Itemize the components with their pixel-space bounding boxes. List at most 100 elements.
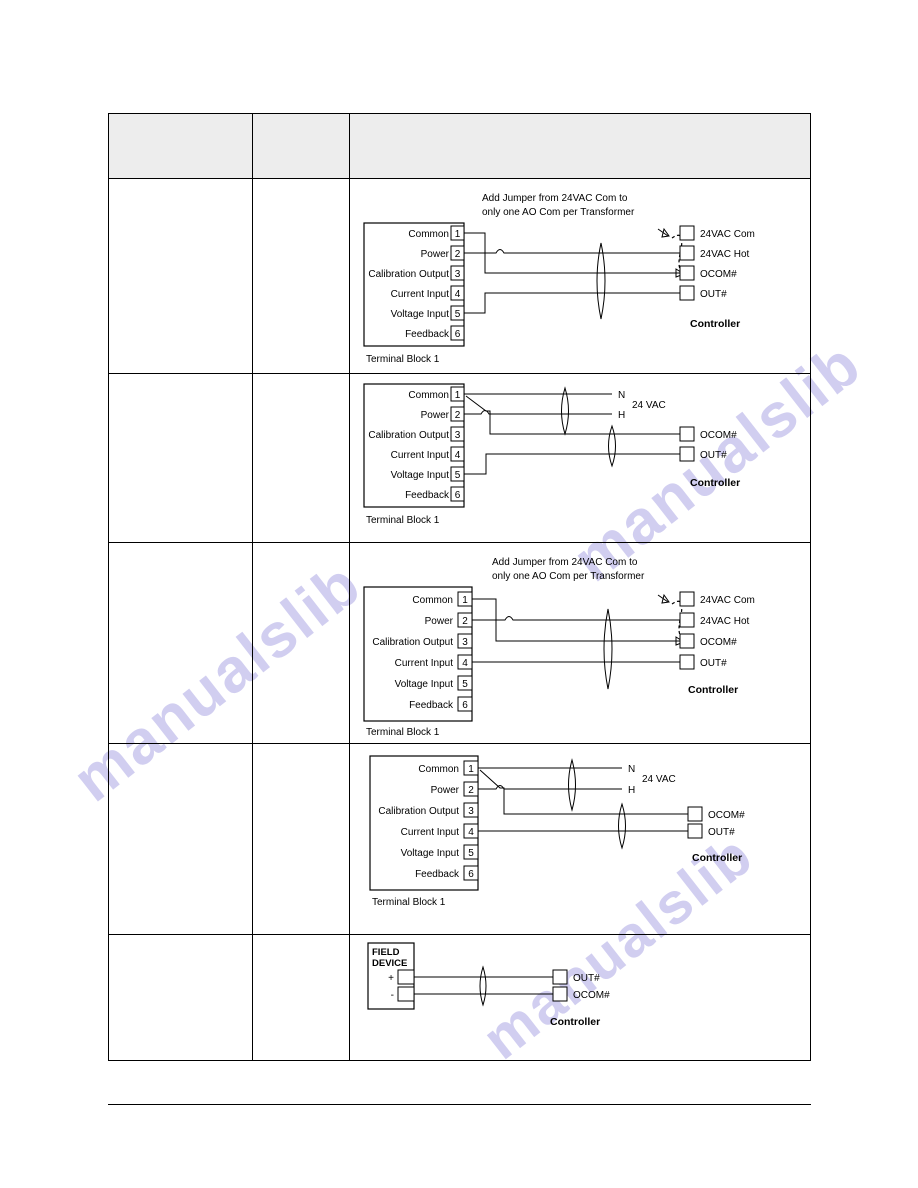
terminal-5-label: Voltage Input [395,679,454,690]
terminal-5-label: Voltage Input [391,309,450,320]
row1-cell-b [252,178,350,374]
controller-terminal-out: OUT# [552,969,600,985]
field-device-minus-label: - [391,990,394,1001]
table-row: Add Jumper from 24VAC Com to only one AO… [108,178,811,374]
diagram-5-svg: FIELD DEVICE + - OUT# OCOM# Controller [367,942,610,1028]
terminal-4-label: Current Input [401,827,460,838]
controller-terminal-out: OUT# [687,823,735,839]
controller-terminal-label: OCOM# [700,637,737,648]
wiring-diagram-table: Add Jumper from 24VAC Com to only one AO… [108,113,811,1061]
controller-terminal-ocom: OCOM# [552,986,610,1002]
terminal-1-number: 1 [468,764,474,775]
supply-neutral-label: N [628,764,635,775]
terminal-block-caption: Terminal Block 1 [372,897,446,908]
controller-caption: Controller [550,1016,600,1028]
cable-shield-icon-signal [608,424,616,468]
controller-terminal-label: OCOM# [700,430,737,441]
controller-terminal-ocom: OCOM# [679,265,737,281]
table-header [108,113,811,179]
terminal-3: Calibration Output 3 [368,265,465,281]
row5-diagram-cell: FIELD DEVICE + - OUT# OCOM# Controller [349,934,811,1061]
terminal-6: Feedback 6 [409,696,473,712]
row3-diagram-cell: Add Jumper from 24VAC Com to only one AO… [349,542,811,744]
terminal-block-body [363,222,465,347]
terminal-5: Voltage Input 5 [395,675,473,691]
terminal-4-label: Current Input [391,289,450,300]
table-row: Add Jumper from 24VAC Com to only one AO… [108,542,811,744]
supply-hot-label: H [618,410,625,421]
diagram-3: Add Jumper from 24VAC Com to only one AO… [350,543,811,743]
terminal-3-number: 3 [462,637,468,648]
terminal-5: Voltage Input 5 [401,844,479,860]
controller-terminal-label: 24VAC Com [700,595,755,606]
cable-shield-icon [596,242,606,320]
terminal-5: Voltage Input 5 [391,305,465,321]
field-device-plus-label: + [388,973,394,984]
terminal-3-label: Calibration Output [378,806,459,817]
controller-terminal-ocom: OCOM# [679,426,737,442]
terminal-6-number: 6 [468,869,474,880]
jumper-note-line1: Add Jumper from 24VAC Com to [492,557,638,568]
field-device-terminal-plus: + [388,969,415,985]
terminal-2-label: Power [421,249,450,260]
terminal-2-label: Power [421,410,450,421]
table-header-row [108,113,811,179]
controller-terminal-label: 24VAC Hot [700,616,750,627]
controller-terminal-label: 24VAC Hot [700,249,750,260]
terminal-1-label: Common [408,229,449,240]
controller-terminal-ocom: OCOM# [679,633,737,649]
terminal-6: Feedback 6 [405,325,465,341]
diagram-5: FIELD DEVICE + - OUT# OCOM# Controller [350,935,811,1060]
terminal-6-number: 6 [462,700,468,711]
controller-terminal-label: 24VAC Com [700,229,755,240]
terminal-3: Calibration Output 3 [368,426,465,442]
document-page: Add Jumper from 24VAC Com to only one AO… [0,0,918,1188]
controller-terminal-out: OUT# [679,285,727,301]
cable-shield-icon [479,965,487,1007]
controller-terminal-out: OUT# [679,446,727,462]
terminal-3-label: Calibration Output [368,269,449,280]
terminal-block-caption: Terminal Block 1 [366,354,440,365]
terminal-3-number: 3 [468,806,474,817]
footer-divider [108,1104,811,1105]
terminal-4: Current Input 4 [391,285,465,301]
terminal-5-number: 5 [455,470,461,481]
terminal-2-number: 2 [455,249,461,260]
diagram-1-svg: Add Jumper from 24VAC Com to only one AO… [363,193,755,365]
controller-terminal-24vac-hot: 24VAC Hot [679,245,750,261]
table-row: FIELD DEVICE + - OUT# OCOM# Controller [108,934,811,1061]
terminal-1-number: 1 [455,390,461,401]
terminal-4-number: 4 [468,827,474,838]
terminal-5-number: 5 [462,679,468,690]
jumper-note-line2: only one AO Com per Transformer [492,571,645,582]
jumper-note-line2: only one AO Com per Transformer [482,207,635,218]
header-cell-b [252,113,350,179]
controller-terminal-label: OCOM# [700,269,737,280]
controller-terminal-24vac-com: 24VAC Com [679,225,755,241]
controller-terminal-label: OCOM# [708,810,745,821]
row2-cell-b [252,373,350,543]
terminal-5: Voltage Input 5 [391,466,465,482]
terminal-4-label: Current Input [395,658,454,669]
diagram-2-svg: Common 1 Power 2 Calibration Output 3 Cu… [363,383,740,526]
row4-cell-b [252,743,350,935]
controller-terminal-24vac-com: 24VAC Com [679,591,755,607]
controller-terminal-label: OUT# [700,450,727,461]
field-device-title-line1: FIELD [372,947,400,958]
table-body: Add Jumper from 24VAC Com to only one AO… [108,178,811,1061]
terminal-2-number: 2 [468,785,474,796]
wire-bundle [414,976,553,995]
terminal-5-number: 5 [468,848,474,859]
terminal-2-number: 2 [462,616,468,627]
terminal-block-caption: Terminal Block 1 [366,515,440,526]
terminal-2: Power 2 [425,612,473,628]
terminal-3: Calibration Output 3 [378,802,479,818]
diagram-1: Add Jumper from 24VAC Com to only one AO… [350,179,811,373]
terminal-3-label: Calibration Output [372,637,453,648]
terminal-3-number: 3 [455,269,461,280]
terminal-5-number: 5 [455,309,461,320]
controller-terminal-label: OUT# [573,973,600,984]
terminal-1: Common 1 [412,591,473,607]
cable-shield-icon [603,608,613,690]
cable-shield-icon-supply [561,386,569,436]
